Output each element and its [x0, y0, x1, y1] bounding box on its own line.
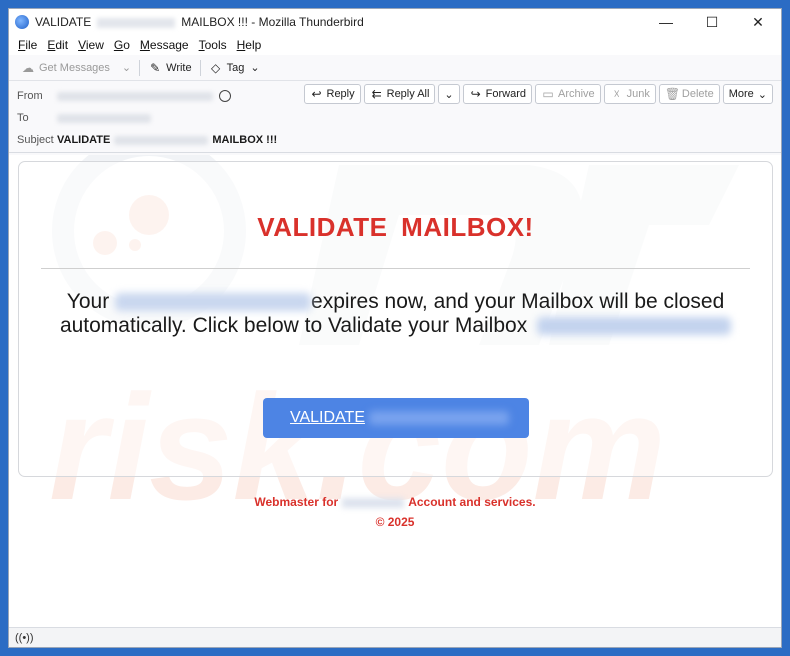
email-footer: Webmaster for Account and services.	[9, 495, 781, 509]
email-card: VALIDATE MAILBOX! Your expires now, and …	[18, 161, 773, 477]
window-title: VALIDATE MAILBOX !!! - Mozilla Thunderbir…	[35, 15, 364, 29]
menu-view[interactable]: View	[73, 38, 109, 52]
menu-file[interactable]: File	[13, 38, 42, 52]
more-button[interactable]: More ⌄	[722, 84, 773, 104]
divider	[41, 268, 750, 269]
validate-button-label: VALIDATE	[290, 409, 365, 426]
get-messages-button[interactable]: ☁ Get Messages	[15, 58, 116, 78]
delete-label: Delete	[681, 88, 714, 100]
tag-label: Tag	[226, 61, 245, 74]
status-bar: ((•))	[9, 627, 781, 647]
menu-edit[interactable]: Edit	[42, 38, 73, 52]
thunderbird-window: VALIDATE MAILBOX !!! - Mozilla Thunderbir…	[8, 8, 782, 648]
reply-all-dropdown[interactable]: ⌄	[438, 84, 460, 104]
redacted-email-address	[115, 293, 312, 312]
tag-button[interactable]: ◇ Tag ⌄	[203, 58, 266, 78]
footer-start: Webmaster for	[254, 495, 339, 509]
junk-label: Junk	[626, 88, 650, 100]
title-bar[interactable]: VALIDATE MAILBOX !!! - Mozilla Thunderbir…	[9, 9, 781, 35]
get-messages-label: Get Messages	[39, 61, 110, 74]
to-row: To	[17, 107, 773, 129]
junk-icon: ☓	[613, 87, 620, 101]
menu-help[interactable]: Help	[232, 38, 267, 52]
junk-button[interactable]: ☓ Junk	[603, 84, 656, 104]
menu-message[interactable]: Message	[135, 38, 194, 52]
delete-button[interactable]: 🗑 Delete	[658, 84, 720, 104]
redacted-domain	[342, 497, 405, 508]
archive-label: Archive	[557, 88, 595, 100]
chevron-down-icon: ⌄	[757, 88, 767, 101]
trash-icon: 🗑	[664, 87, 681, 101]
forward-icon: ↪	[470, 87, 481, 101]
thunderbird-logo-icon	[15, 15, 29, 29]
redacted-title-part	[97, 17, 176, 28]
redacted-link[interactable]	[537, 317, 732, 336]
close-button[interactable]: ✕	[735, 9, 781, 35]
get-messages-dropdown[interactable]: ⌄	[116, 58, 137, 78]
reply-all-label: Reply All	[386, 88, 430, 100]
redacted-button-text	[368, 411, 509, 425]
cloud-download-icon: ☁	[22, 60, 34, 75]
forward-label: Forward	[485, 88, 526, 100]
window-title-suffix: MAILBOX !!! - Mozilla Thunderbird	[181, 15, 364, 29]
write-label: Write	[166, 61, 192, 74]
redacted-sender[interactable]	[57, 91, 213, 101]
reply-all-button[interactable]: ⇇ Reply All	[363, 84, 436, 104]
para-start: Your	[66, 290, 110, 313]
email-headline: VALIDATE MAILBOX!	[257, 212, 534, 242]
tag-icon: ◇	[210, 60, 221, 75]
subject-value: VALIDATE MAILBOX !!!	[57, 134, 277, 146]
reply-icon: ↩	[311, 87, 322, 101]
subject-label: Subject	[17, 134, 54, 146]
write-button[interactable]: ✎ Write	[142, 58, 197, 78]
window-title-prefix: VALIDATE	[35, 15, 92, 29]
minimize-button[interactable]: —	[643, 9, 689, 35]
from-label: From	[17, 90, 43, 102]
message-header: From To Subject VALIDATE MAILBOX !!! ↩ Re…	[9, 81, 781, 153]
connection-status-icon[interactable]: ((•))	[15, 632, 34, 644]
subject-prefix: VALIDATE	[57, 134, 111, 146]
reply-all-icon: ⇇	[371, 87, 382, 101]
archive-icon: ▭	[542, 87, 554, 101]
maximize-button[interactable]: ☐	[689, 9, 735, 35]
window-controls: — ☐ ✕	[643, 9, 781, 35]
validate-button[interactable]: VALIDATE	[263, 398, 529, 438]
forward-button[interactable]: ↪ Forward	[462, 84, 532, 104]
more-label: More	[728, 88, 754, 100]
reply-label: Reply	[326, 88, 355, 100]
menu-go[interactable]: Go	[109, 38, 135, 52]
redacted-recipient[interactable]	[57, 113, 151, 123]
toolbar-separator	[139, 59, 141, 76]
contact-icon[interactable]	[219, 90, 231, 102]
subject-row: Subject VALIDATE MAILBOX !!!	[17, 129, 773, 151]
pencil-icon: ✎	[150, 60, 161, 75]
chevron-down-icon: ⌄	[250, 62, 260, 74]
chevron-down-icon: ⌄	[121, 62, 132, 74]
copyright: © 2025	[375, 515, 415, 529]
main-toolbar: ☁ Get Messages ⌄ ✎ Write ◇ Tag ⌄	[9, 55, 781, 81]
archive-button[interactable]: ▭ Archive	[534, 84, 601, 104]
redacted-subject-part	[114, 135, 209, 145]
message-body: risk.com VALIDATE MAILBOX! Your expires …	[9, 155, 781, 627]
menu-tools[interactable]: Tools	[194, 38, 232, 52]
message-actions: ↩ Reply ⇇ Reply All ⌄ ↪ Forward ▭ Archive ☓ J…	[303, 84, 773, 104]
footer-end: Account and services.	[408, 495, 536, 509]
email-paragraph: Your expires now, and your Mailbox will …	[35, 290, 756, 338]
menu-bar: File Edit View Go Message Tools Help	[9, 35, 781, 55]
subject-suffix: MAILBOX !!!	[212, 134, 278, 146]
to-label: To	[17, 112, 29, 124]
chevron-down-icon: ⌄	[444, 88, 454, 101]
reply-button[interactable]: ↩ Reply	[303, 84, 361, 104]
toolbar-separator	[199, 59, 201, 76]
